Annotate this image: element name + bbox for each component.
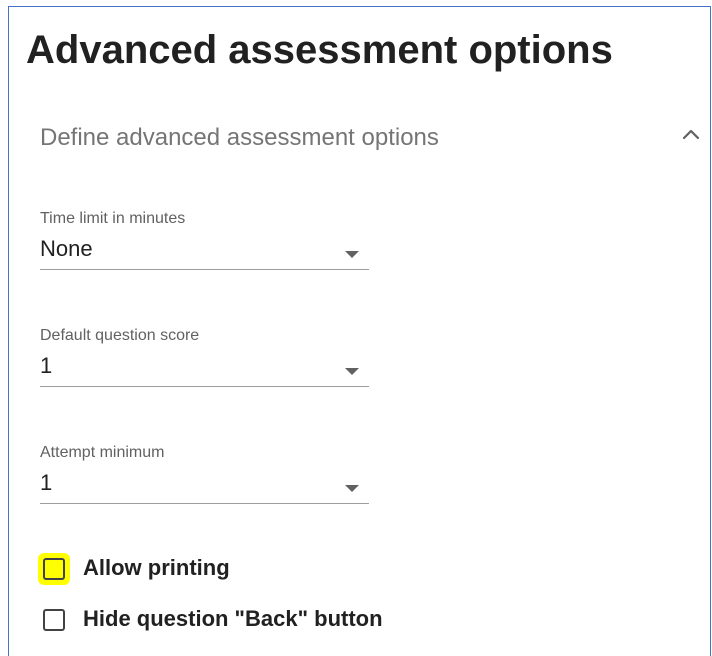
allow-printing-highlight — [38, 553, 70, 585]
page-title: Advanced assessment options — [26, 28, 613, 72]
caret-down-icon — [345, 363, 359, 375]
default-score-label: Default question score — [40, 327, 200, 344]
hide-back-button-box — [38, 604, 70, 636]
time-limit-select[interactable]: None — [40, 232, 369, 270]
hide-back-button-checkbox[interactable] — [43, 609, 65, 631]
caret-down-icon — [345, 246, 359, 258]
allow-printing-label: Allow printing — [83, 555, 230, 580]
time-limit-value: None — [40, 236, 93, 261]
default-score-value: 1 — [40, 353, 53, 378]
allow-printing-checkbox[interactable] — [43, 558, 65, 580]
attempt-minimum-select[interactable]: 1 — [40, 466, 369, 504]
attempt-minimum-label: Attempt minimum — [40, 444, 165, 461]
hide-back-button-label: Hide question "Back" button — [83, 606, 383, 631]
chevron-up-icon[interactable] — [680, 124, 702, 146]
section-header[interactable]: Define advanced assessment options — [40, 118, 710, 162]
section-title: Define advanced assessment options — [40, 124, 439, 151]
default-score-select[interactable]: 1 — [40, 349, 369, 387]
attempt-minimum-value: 1 — [40, 470, 53, 495]
time-limit-label: Time limit in minutes — [40, 210, 186, 227]
caret-down-icon — [345, 480, 359, 492]
